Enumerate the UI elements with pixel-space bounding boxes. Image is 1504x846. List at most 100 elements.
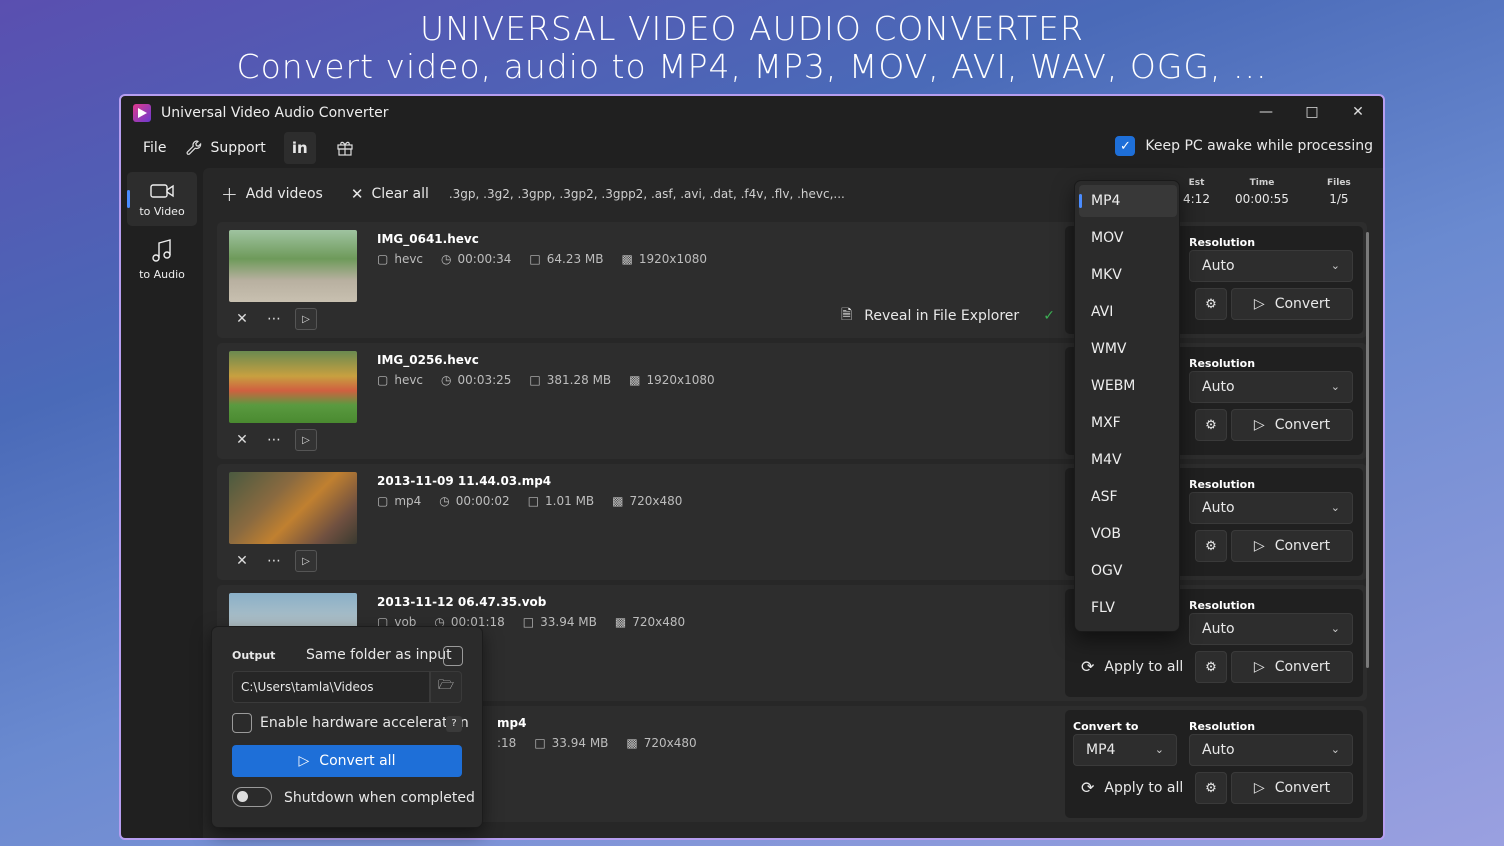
- minimize-button[interactable]: —: [1243, 96, 1289, 128]
- format-dropdown[interactable]: MP4 ⌄: [1073, 734, 1177, 766]
- chevron-down-icon: ⌄: [1154, 743, 1164, 756]
- video-icon: ▢: [377, 252, 389, 266]
- sync-icon: ⟳: [1081, 657, 1095, 676]
- gear-icon: ⚙: [1205, 538, 1217, 554]
- more-options-button[interactable]: ⋯: [263, 550, 285, 572]
- keep-awake-checkbox[interactable]: ✓: [1115, 136, 1136, 156]
- settings-button[interactable]: ⚙: [1195, 288, 1227, 320]
- settings-button[interactable]: ⚙: [1195, 530, 1227, 562]
- sidebar-item-to-audio[interactable]: to Audio: [127, 232, 197, 286]
- format-option[interactable]: WMV: [1079, 333, 1177, 365]
- chevron-down-icon: ⌄: [1330, 501, 1340, 514]
- resolution-dropdown[interactable]: Auto ⌄: [1189, 492, 1353, 524]
- format-option[interactable]: MOV: [1079, 222, 1177, 254]
- file-name: 2013-11-12 06.47.35.vob: [377, 595, 547, 609]
- play-icon: ▷: [1253, 780, 1265, 796]
- supported-extensions: .3gp, .3g2, .3gpp, .3gp2, .3gpp2, .asf, …: [448, 187, 845, 201]
- gear-icon: ⚙: [1205, 659, 1217, 675]
- support-menu[interactable]: Support: [176, 132, 275, 164]
- settings-button[interactable]: ⚙: [1195, 772, 1227, 804]
- keep-awake-option[interactable]: ✓ Keep PC awake while processing: [1115, 136, 1373, 156]
- more-options-button[interactable]: ⋯: [263, 429, 285, 451]
- file-card: IMG_0256.hevc ▢ hevc ◷ 00:03:25 □ 381.28 MB…: [217, 343, 1367, 459]
- promo-banner: UNIVERSAL VIDEO AUDIO CONVERTER Convert …: [0, 10, 1504, 86]
- stat-files: Files 1/5: [1327, 178, 1351, 206]
- play-icon: ▷: [1253, 296, 1265, 312]
- resolution-dropdown[interactable]: Auto ⌄: [1189, 250, 1353, 282]
- convert-button[interactable]: ▷ Convert: [1231, 409, 1353, 441]
- format-option[interactable]: MP4: [1079, 185, 1177, 217]
- settings-button[interactable]: ⚙: [1195, 409, 1227, 441]
- settings-button[interactable]: ⚙: [1195, 651, 1227, 683]
- format-option[interactable]: AVI: [1079, 296, 1177, 328]
- app-logo-icon: [133, 104, 151, 122]
- clock-icon: ◷: [441, 373, 452, 387]
- video-thumbnail: [229, 351, 357, 423]
- resolution-icon: ▩: [621, 252, 633, 266]
- banner-subtitle: Convert video, audio to MP4, MP3, MOV, A…: [236, 47, 1268, 86]
- check-icon: ✓: [1043, 308, 1055, 324]
- stat-est: Est 4:12: [1183, 178, 1210, 206]
- hw-accel-checkbox[interactable]: [232, 713, 252, 733]
- window-title: Universal Video Audio Converter: [161, 105, 389, 121]
- play-preview-button[interactable]: ▷: [295, 429, 317, 451]
- format-option[interactable]: MKV: [1079, 259, 1177, 291]
- reveal-in-explorer-button[interactable]: 🗎 Reveal in File Explorer ✓: [841, 304, 1055, 328]
- format-option[interactable]: FLV: [1079, 592, 1177, 624]
- resolution-label: Resolution: [1189, 236, 1256, 249]
- resolution-dropdown[interactable]: Auto ⌄: [1189, 371, 1353, 403]
- output-path-field[interactable]: C:\Users\tamla\Videos: [232, 671, 430, 703]
- resolution-dropdown[interactable]: Auto ⌄: [1189, 734, 1353, 766]
- video-camera-icon: [150, 183, 174, 198]
- wrench-icon: [186, 140, 202, 155]
- add-videos-button[interactable]: + Add videos: [207, 176, 337, 212]
- clear-all-button[interactable]: ✕ Clear all: [337, 176, 443, 212]
- remove-file-button[interactable]: ✕: [231, 308, 253, 330]
- format-option[interactable]: ASF: [1079, 481, 1177, 513]
- file-meta: :18 □ 33.94 MB ▩ 720x480: [497, 736, 697, 750]
- file-meta: ▢ hevc ◷ 00:00:34 □ 64.23 MB ▩ 1920x1080: [377, 252, 708, 266]
- format-option[interactable]: M4V: [1079, 444, 1177, 476]
- file-meta: ▢ hevc ◷ 00:03:25 □ 381.28 MB ▩ 1920x1080: [377, 373, 715, 387]
- help-icon[interactable]: ?: [446, 716, 462, 732]
- close-window-button[interactable]: ✕: [1335, 96, 1381, 128]
- format-option[interactable]: MXF: [1079, 407, 1177, 439]
- music-note-icon: [152, 238, 171, 262]
- apply-to-all-button[interactable]: ⟳ Apply to all: [1081, 657, 1183, 676]
- browse-folder-button[interactable]: 🗁: [430, 671, 462, 703]
- file-icon: □: [527, 494, 540, 508]
- convert-all-button[interactable]: ▷ Convert all: [232, 745, 462, 777]
- convert-button[interactable]: ▷ Convert: [1231, 772, 1353, 804]
- remove-file-button[interactable]: ✕: [231, 429, 253, 451]
- support-label: Support: [210, 140, 266, 156]
- clock-icon: ◷: [439, 494, 450, 508]
- convert-button[interactable]: ▷ Convert: [1231, 651, 1353, 683]
- sidebar-item-to-video[interactable]: to Video: [127, 172, 197, 226]
- same-folder-checkbox[interactable]: [443, 646, 463, 666]
- format-option[interactable]: OGV: [1079, 555, 1177, 587]
- remove-file-button[interactable]: ✕: [231, 550, 253, 572]
- resolution-icon: ▩: [626, 736, 638, 750]
- linkedin-button[interactable]: in: [283, 132, 316, 164]
- add-videos-label: Add videos: [245, 186, 323, 202]
- convert-button[interactable]: ▷ Convert: [1231, 288, 1353, 320]
- play-preview-button[interactable]: ▷: [295, 550, 317, 572]
- banner-title: UNIVERSAL VIDEO AUDIO CONVERTER: [420, 9, 1084, 48]
- gear-icon: ⚙: [1205, 780, 1217, 796]
- about-button[interactable]: [326, 132, 364, 164]
- resolution-dropdown[interactable]: Auto ⌄: [1189, 613, 1353, 645]
- resolution-icon: ▩: [612, 494, 624, 508]
- file-menu[interactable]: File: [133, 132, 176, 164]
- maximize-button[interactable]: □: [1289, 96, 1335, 128]
- format-option[interactable]: WEBM: [1079, 370, 1177, 402]
- format-option[interactable]: VOB: [1079, 518, 1177, 550]
- apply-to-all-button[interactable]: ⟳ Apply to all: [1081, 778, 1183, 797]
- more-options-button[interactable]: ⋯: [263, 308, 285, 330]
- play-preview-button[interactable]: ▷: [295, 308, 317, 330]
- shutdown-toggle[interactable]: [232, 787, 272, 807]
- scrollbar[interactable]: [1366, 232, 1369, 668]
- file-icon: □: [529, 252, 541, 266]
- chevron-down-icon: ⌄: [1330, 743, 1340, 756]
- play-icon: ▷: [1253, 538, 1265, 554]
- convert-button[interactable]: ▷ Convert: [1231, 530, 1353, 562]
